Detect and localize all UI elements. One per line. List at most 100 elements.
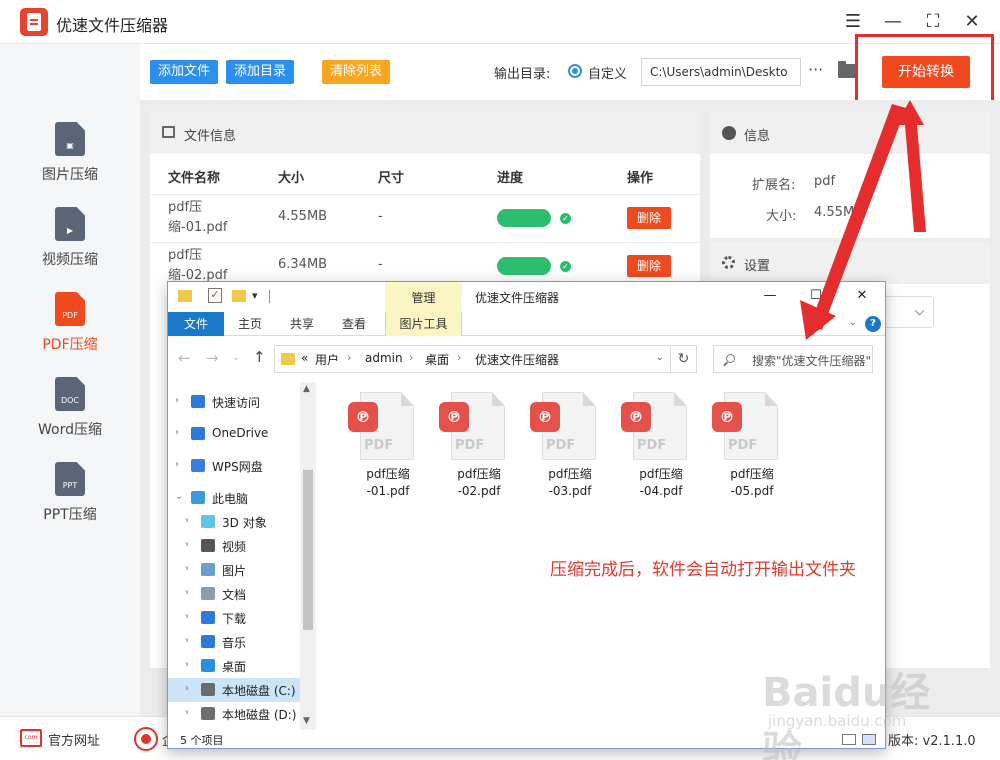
back-icon[interactable]: ← (178, 349, 191, 367)
tab-home[interactable]: 主页 (230, 312, 270, 336)
maximize-icon[interactable]: ⛶ (922, 10, 944, 32)
expand-ribbon-icon[interactable]: ⌄ (849, 317, 857, 328)
tab-share[interactable]: 共享 (282, 312, 322, 336)
delete-button[interactable]: 删除 (627, 207, 671, 229)
search-input[interactable]: 搜索"优速文件压缩器" (713, 345, 873, 373)
nav-item[interactable]: › 下载 (168, 606, 300, 630)
manage-context-tab[interactable]: 管理 (385, 282, 462, 312)
chevron-right-icon[interactable]: › (185, 515, 189, 526)
open-folder-icon[interactable] (838, 61, 856, 78)
chevron-right-icon[interactable]: › (185, 659, 189, 670)
minimize-icon[interactable]: — (882, 10, 904, 32)
nav-item[interactable]: › 本地磁盘 (D:) (168, 702, 300, 726)
nav-item[interactable]: ⌄ 此电脑 (168, 486, 300, 510)
chevron-right-icon[interactable]: › (185, 707, 189, 718)
official-site-link[interactable]: 官方网址 (48, 730, 100, 749)
chevron-right-icon[interactable]: › (185, 587, 189, 598)
nav-scrollbar[interactable]: ▲ ▼ (300, 382, 316, 730)
nav-item[interactable]: › 桌面 (168, 654, 300, 678)
tab-file[interactable]: 文件 (168, 312, 224, 336)
breadcrumb-item[interactable]: 用户 (315, 351, 339, 368)
nav-item[interactable]: › 图片 (168, 558, 300, 582)
sidebar-item-pdf[interactable]: PDF PDF压缩 (0, 292, 140, 372)
sidebar-item-label: Word压缩 (38, 422, 102, 438)
page-fold-icon (674, 392, 687, 406)
properties-icon[interactable]: ✓ (208, 288, 222, 303)
file-size-cell: 4.55MB (278, 209, 328, 224)
chevron-down-icon[interactable]: ▾ (252, 289, 258, 302)
nav-item[interactable]: › 本地磁盘 (C:) (168, 678, 300, 702)
add-file-button[interactable]: 添加文件 (150, 60, 219, 84)
scroll-thumb[interactable] (303, 470, 313, 630)
sidebar-item-word[interactable]: DOC Word压缩 (0, 377, 140, 457)
help-icon[interactable]: ? (865, 316, 881, 332)
custom-radio[interactable] (568, 64, 582, 78)
maximize-icon[interactable]: ☐ (806, 286, 826, 306)
nav-item[interactable]: › WPS网盘 (168, 454, 300, 478)
cube-icon (201, 515, 215, 528)
column-header: 操作 (627, 171, 654, 186)
nav-item[interactable]: › 视频 (168, 534, 300, 558)
gear-icon (722, 256, 735, 269)
chevron-right-icon[interactable]: › (185, 563, 189, 574)
folder-icon[interactable] (178, 290, 192, 302)
nav-item[interactable]: › OneDrive (168, 422, 300, 446)
tab-picture-tools[interactable]: 图片工具 (385, 312, 462, 336)
close-icon[interactable]: ✕ (852, 286, 872, 306)
chevron-right-icon[interactable]: › (185, 539, 189, 550)
column-header: 尺寸 (378, 171, 405, 186)
scroll-up-icon[interactable]: ▲ (303, 384, 310, 394)
minimize-icon[interactable]: — (760, 286, 780, 306)
chevron-right-icon[interactable]: › (185, 635, 189, 646)
annotation-text: 压缩完成后，软件会自动打开输出文件夹 (550, 560, 856, 580)
file-item[interactable]: ℗ PDF pdf压缩 -03.pdf (530, 392, 610, 502)
app-logo-icon (20, 8, 48, 36)
chevron-right-icon[interactable]: › (185, 683, 189, 694)
breadcrumb-item[interactable]: 优速文件压缩器 (475, 351, 559, 368)
image-icon (162, 126, 175, 138)
settings-select[interactable] (880, 296, 934, 328)
add-folder-button[interactable]: 添加目录 (226, 60, 295, 84)
menu-icon[interactable]: ☰ (842, 10, 864, 32)
output-path-input[interactable] (641, 58, 801, 86)
qq-icon[interactable] (134, 727, 158, 751)
new-folder-icon[interactable] (232, 290, 246, 302)
website-icon: com (20, 729, 42, 747)
nav-item[interactable]: › 文档 (168, 582, 300, 606)
nav-item[interactable]: › 音乐 (168, 630, 300, 654)
sidebar-item-ppt[interactable]: PPT PPT压缩 (0, 462, 140, 542)
file-item[interactable]: ℗ PDF pdf压缩 -04.pdf (621, 392, 701, 502)
chevron-right-icon[interactable]: › (185, 611, 189, 622)
sidebar-item-image[interactable]: ▣ 图片压缩 (0, 122, 140, 202)
chevron-right-icon[interactable]: › (175, 427, 179, 438)
chevron-right-icon[interactable]: › (175, 459, 179, 470)
file-item[interactable]: ℗ PDF pdf压缩 -02.pdf (439, 392, 519, 502)
forward-icon[interactable]: → (206, 349, 219, 367)
scroll-down-icon[interactable]: ▼ (303, 716, 310, 726)
nav-item[interactable]: › 快速访问 (168, 390, 300, 414)
clear-list-button[interactable]: 清除列表 (322, 60, 391, 84)
chevron-right-icon[interactable]: › (175, 395, 179, 406)
breadcrumb-item[interactable]: 桌面 (425, 351, 449, 368)
delete-button[interactable]: 删除 (627, 255, 671, 277)
watermark-url: jingyan.baidu.com (768, 712, 907, 730)
breadcrumb-prefix[interactable]: « (301, 351, 308, 365)
file-item[interactable]: ℗ PDF pdf压缩 -01.pdf (348, 392, 428, 502)
refresh-icon[interactable]: ↻ (671, 345, 697, 373)
more-button[interactable]: ··· (808, 60, 823, 79)
chevron-down-icon[interactable]: ⌄ (175, 491, 183, 502)
file-item[interactable]: ℗ PDF pdf压缩 -05.pdf (712, 392, 792, 502)
baidu-watermark: Baidu经验 jingyan.baidu.com (762, 660, 962, 760)
close-icon[interactable]: ✕ (961, 10, 983, 32)
tab-view[interactable]: 查看 (334, 312, 374, 336)
chevron-down-icon[interactable]: ⌄ (656, 352, 664, 363)
nav-item[interactable]: › 3D 对象 (168, 510, 300, 534)
up-arrow-icon[interactable]: ↑ (253, 348, 266, 366)
address-bar[interactable]: « 用户 › admin › 桌面 › 优速文件压缩器 ⌄ (274, 345, 671, 373)
breadcrumb-item[interactable]: admin (365, 351, 403, 365)
recent-dropdown-icon[interactable]: ⌄ (232, 352, 240, 363)
nav-item-label: OneDrive (212, 426, 269, 440)
nav-item-label: 此电脑 (212, 492, 249, 506)
start-convert-button[interactable]: 开始转换 (882, 56, 970, 88)
sidebar-item-video[interactable]: ▶ 视频压缩 (0, 207, 140, 287)
